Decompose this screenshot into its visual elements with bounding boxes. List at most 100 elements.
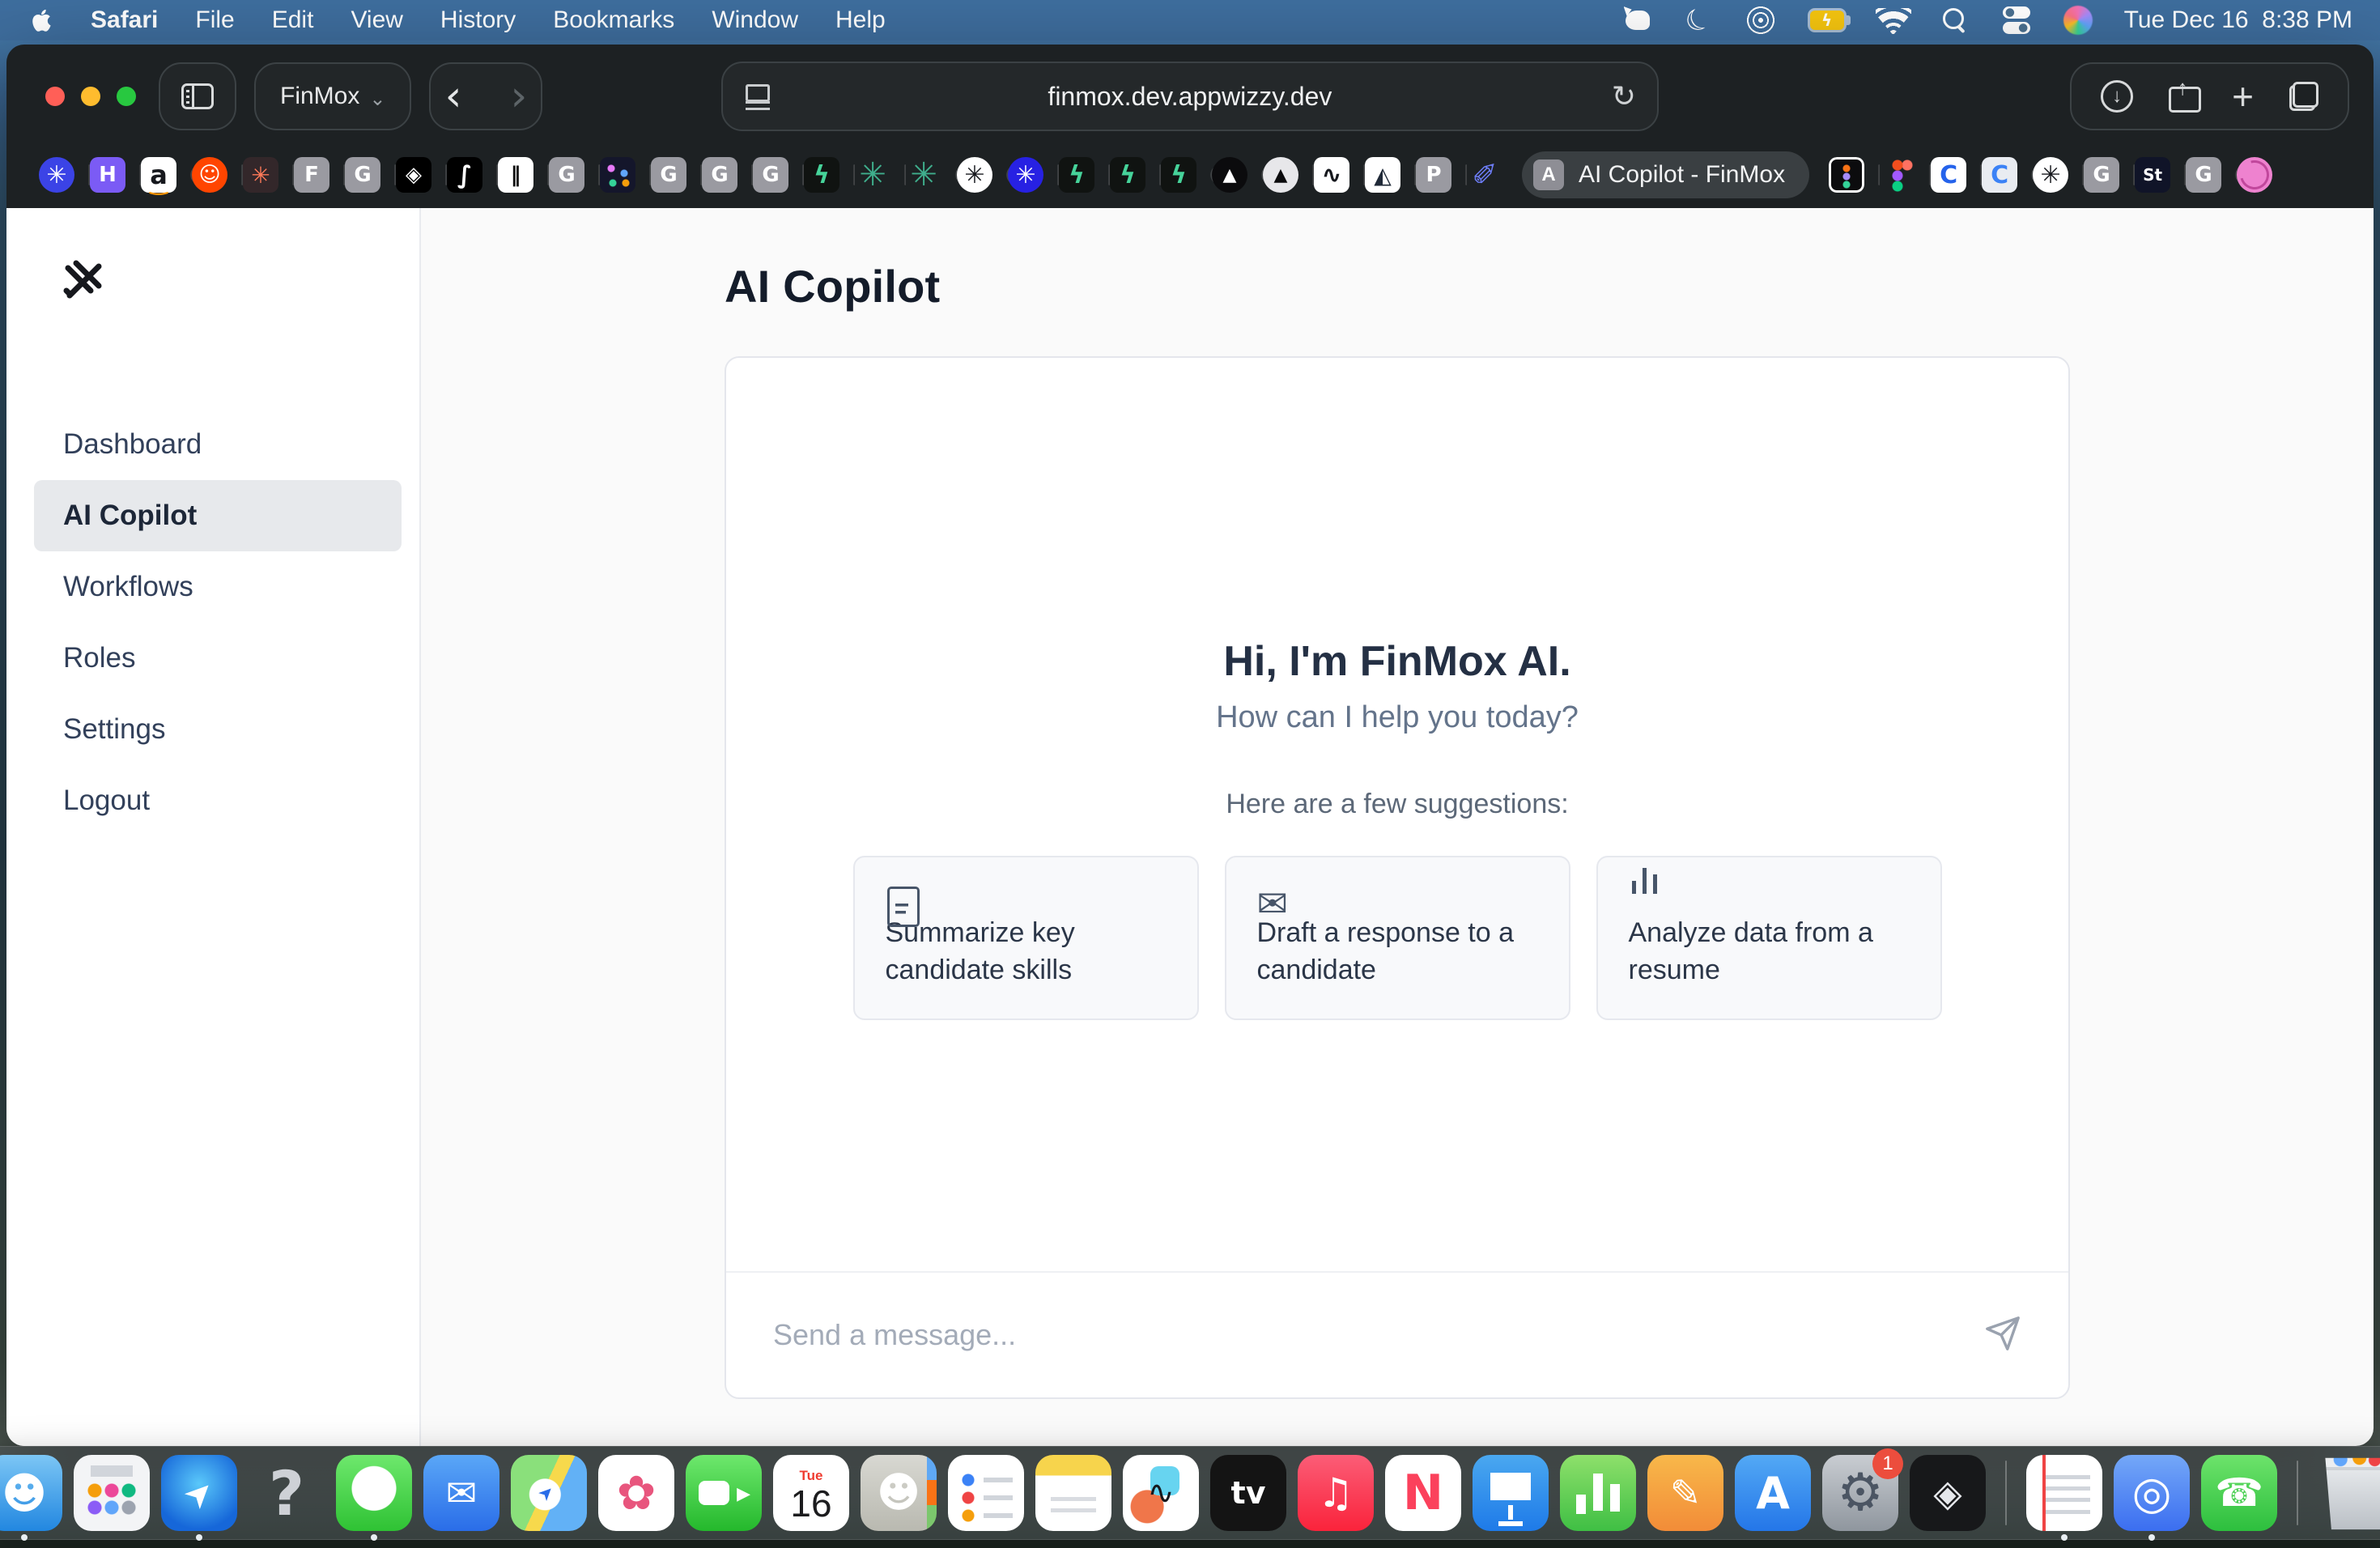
back-button[interactable]: ‹	[431, 75, 477, 117]
dock-pages[interactable]	[1647, 1455, 1723, 1531]
favicon-amazon[interactable]	[141, 157, 176, 193]
fullscreen-button[interactable]	[117, 87, 136, 106]
suggestion-draft[interactable]: Draft a response to a candidate	[1225, 856, 1570, 1020]
dock-dev-cube[interactable]	[1910, 1455, 1986, 1531]
sidebar-item-workflows[interactable]: Workflows	[34, 551, 402, 623]
menu-file[interactable]: File	[195, 6, 234, 34]
dock-quicktime[interactable]	[2114, 1455, 2190, 1531]
reload-icon[interactable]: ↻	[1612, 80, 1636, 113]
favicon-integral-s[interactable]	[447, 157, 482, 193]
favicon-openai-white2[interactable]	[2033, 157, 2068, 193]
app-status-animal-icon[interactable]	[1619, 3, 1656, 37]
focus-moon-icon[interactable]	[1681, 3, 1718, 37]
favicon-hubspot[interactable]	[243, 157, 278, 193]
favicon-h[interactable]	[90, 157, 125, 193]
favicon-bolt2[interactable]	[1059, 157, 1094, 193]
favicon-st[interactable]	[2135, 157, 2170, 193]
menu-help[interactable]: Help	[835, 6, 886, 34]
menu-history[interactable]: History	[440, 6, 516, 34]
favicon-grid[interactable]	[600, 157, 635, 193]
favicon-openai-blue[interactable]	[39, 157, 74, 193]
favicon-wave[interactable]	[1314, 157, 1349, 193]
suggestion-summarize[interactable]: Summarize key candidate skills	[853, 856, 1199, 1020]
favicon-bolt1[interactable]	[804, 157, 839, 193]
menu-bookmarks[interactable]: Bookmarks	[553, 6, 674, 34]
favicon-g1[interactable]	[345, 157, 380, 193]
close-button[interactable]	[45, 87, 65, 106]
favicon-swirl-green2[interactable]	[906, 157, 941, 193]
favicon-dribbble[interactable]	[2237, 157, 2272, 193]
dock-trash[interactable]	[2318, 1455, 2380, 1531]
siri-icon[interactable]	[2059, 3, 2097, 37]
dock-launchpad[interactable]	[74, 1455, 150, 1531]
message-input[interactable]: Send a message...	[726, 1271, 2068, 1397]
favicon-diamond[interactable]	[396, 157, 431, 193]
dock-keynote[interactable]	[1473, 1455, 1549, 1531]
site-menu-button[interactable]: FinMox ⌄	[254, 62, 411, 130]
tab-overview-button[interactable]	[2289, 82, 2318, 111]
sidebar-item-dashboard[interactable]: Dashboard	[34, 409, 402, 480]
favicon-figma-dark[interactable]	[1829, 157, 1864, 193]
dock-reminders[interactable]	[948, 1455, 1024, 1531]
dock-mail[interactable]	[423, 1455, 499, 1531]
dock-apple-tv[interactable]	[1210, 1455, 1286, 1531]
dock-missing-app[interactable]	[249, 1455, 325, 1531]
spotlight-search-icon[interactable]	[1936, 3, 1974, 37]
sidebar-toggle-button[interactable]	[159, 62, 236, 130]
favicon-sailboat[interactable]	[1365, 157, 1400, 193]
menu-clock[interactable]: Tue Dec 16 8:38 PM	[2124, 6, 2352, 34]
battery-charging-icon[interactable]	[1804, 3, 1851, 37]
address-bar[interactable]: finmox.dev.appwizzy.dev ↻	[721, 62, 1659, 131]
page-format-icon[interactable]	[744, 83, 768, 110]
favicon-g7[interactable]	[2186, 157, 2221, 193]
favicon-openai-blue2[interactable]	[1008, 157, 1043, 193]
dock-maps[interactable]	[511, 1455, 587, 1531]
suggestion-analyze[interactable]: Analyze data from a resume	[1596, 856, 1942, 1020]
favicon-g2[interactable]	[549, 157, 584, 193]
dock-calendar[interactable]	[773, 1455, 849, 1531]
dock-finder[interactable]	[0, 1455, 62, 1531]
apple-menu-icon[interactable]	[28, 4, 60, 36]
dock-messages[interactable]	[336, 1455, 412, 1531]
favicon-reddit[interactable]	[192, 157, 227, 193]
sidebar-item-ai-copilot[interactable]: AI Copilot	[34, 480, 402, 551]
favicon-openai-white[interactable]	[957, 157, 992, 193]
wifi-icon[interactable]	[1875, 3, 1912, 37]
favicon-play-dark[interactable]	[1212, 157, 1247, 193]
share-button[interactable]	[2169, 80, 2196, 113]
favicon-bolt3[interactable]	[1110, 157, 1145, 193]
favicon-c2[interactable]	[1982, 157, 2017, 193]
control-center-icon[interactable]	[1998, 3, 2035, 37]
menu-edit[interactable]: Edit	[272, 6, 314, 34]
favicon-pause[interactable]	[498, 157, 533, 193]
favicon-c1[interactable]	[1931, 157, 1966, 193]
new-tab-button[interactable]: +	[2232, 78, 2254, 115]
dock-phone[interactable]	[2201, 1455, 2277, 1531]
airdrop-icon[interactable]	[1742, 3, 1779, 37]
url-text[interactable]: finmox.dev.appwizzy.dev	[768, 82, 1612, 112]
dock-textedit[interactable]	[2026, 1455, 2102, 1531]
dock-safari[interactable]	[161, 1455, 237, 1531]
forward-button[interactable]: ›	[495, 75, 542, 117]
minimize-button[interactable]	[81, 87, 100, 106]
active-tab[interactable]: A AI Copilot - FinMox	[1522, 151, 1809, 198]
dock-numbers[interactable]	[1560, 1455, 1636, 1531]
menu-window[interactable]: Window	[712, 6, 798, 34]
dock-facetime[interactable]	[686, 1455, 762, 1531]
dock-contacts[interactable]	[861, 1455, 937, 1531]
dock-news[interactable]	[1385, 1455, 1461, 1531]
sidebar-item-roles[interactable]: Roles	[34, 623, 402, 694]
favicon-g5[interactable]	[753, 157, 788, 193]
dock-freeform[interactable]	[1123, 1455, 1199, 1531]
dock-photos[interactable]	[598, 1455, 674, 1531]
favicon-g3[interactable]	[651, 157, 686, 193]
dock-notes[interactable]	[1035, 1455, 1111, 1531]
favicon-p[interactable]	[1416, 157, 1451, 193]
menu-app-name[interactable]: Safari	[91, 6, 158, 34]
favicon-g6[interactable]	[2084, 157, 2119, 193]
favicon-g4[interactable]	[702, 157, 737, 193]
menu-view[interactable]: View	[351, 6, 402, 34]
dock-app-store[interactable]	[1735, 1455, 1811, 1531]
favicon-f[interactable]	[294, 157, 329, 193]
dock-music[interactable]	[1298, 1455, 1374, 1531]
